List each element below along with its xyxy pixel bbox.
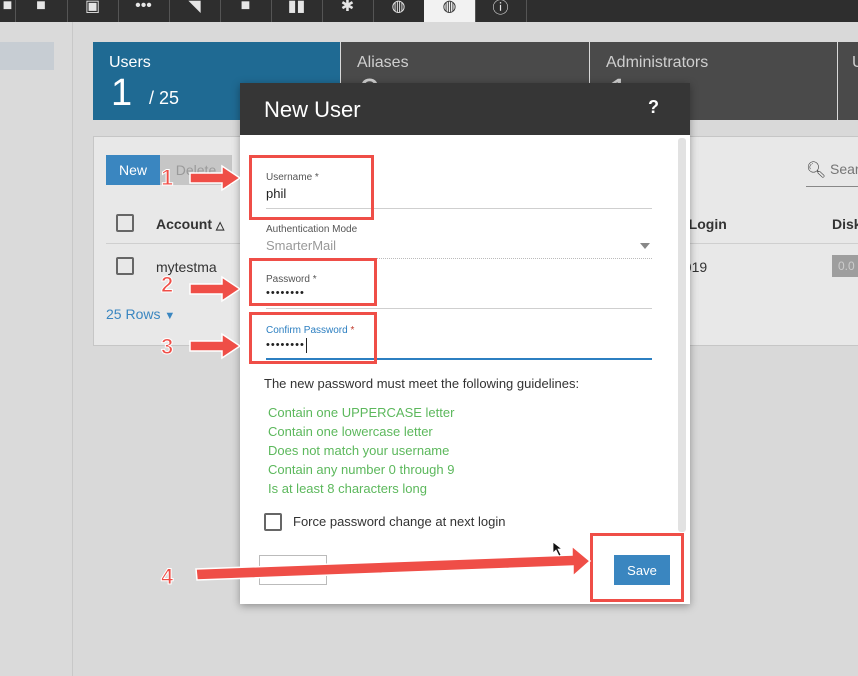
select-all-checkbox[interactable]: [116, 214, 134, 232]
guideline-item: Contain one UPPERCASE letter: [268, 405, 455, 420]
guidelines-heading: The new password must meet the following…: [264, 376, 580, 391]
gear-icon[interactable]: ✱: [322, 0, 374, 22]
rows-per-page-dropdown[interactable]: 25 Rows ▼: [106, 306, 175, 322]
contacts-icon[interactable]: ▣: [67, 0, 119, 22]
annotation-step-1: 1: [160, 165, 174, 191]
force-password-change-label[interactable]: Force password change at next login: [293, 514, 505, 529]
annotation-box-password: [249, 258, 377, 306]
chevron-down-icon: [640, 243, 650, 249]
cancel-button[interactable]: Cancel: [259, 555, 327, 585]
new-user-button[interactable]: New: [106, 155, 160, 185]
search-input[interactable]: [830, 158, 858, 180]
sort-asc-icon: △: [215, 220, 225, 232]
globe-icon[interactable]: ◍: [373, 0, 425, 22]
users-limit: / 25: [149, 88, 180, 108]
users-card-title: Users: [109, 54, 151, 71]
users-count: 1: [111, 72, 133, 114]
nav-icon-1[interactable]: ■: [0, 0, 16, 22]
guideline-item: Contain one lowercase letter: [268, 424, 433, 439]
fourth-card[interactable]: U: [838, 42, 858, 120]
auth-mode-select[interactable]: SmarterMail: [266, 238, 566, 253]
disk-usage-badge: 0.0: [832, 255, 858, 277]
column-disk[interactable]: Disk: [832, 216, 858, 232]
column-account[interactable]: Account △: [156, 216, 224, 232]
dialog-title: New User: [264, 97, 361, 122]
help-icon[interactable]: ?: [648, 97, 659, 118]
administrators-card-title: Administrators: [606, 54, 709, 71]
chart-icon[interactable]: ▮▮: [271, 0, 323, 22]
auth-mode-label: Authentication Mode: [266, 224, 358, 235]
guideline-item: Does not match your username: [268, 443, 450, 458]
dialog-header: New User ?: [240, 83, 690, 135]
left-sidebar: [0, 22, 73, 676]
top-toolbar: ■ ■ ▣ ••• ◥ ■ ▮▮ ✱ ◍ ◍ ⓘ: [0, 0, 858, 22]
force-password-change-checkbox[interactable]: [264, 513, 282, 531]
fourth-card-title: U: [852, 54, 858, 71]
sidebar-selected-item[interactable]: [0, 42, 54, 70]
chevron-down-icon: ▼: [164, 310, 176, 322]
annotation-step-4: 4: [160, 564, 174, 590]
annotation-step-3: 3: [160, 334, 174, 360]
globe-users-icon[interactable]: ◍: [424, 0, 476, 22]
password-underline: [266, 308, 652, 309]
annotation-box-save: [590, 533, 684, 602]
dots-icon[interactable]: •••: [118, 0, 170, 22]
mail-icon[interactable]: ■: [15, 0, 68, 22]
guideline-item: Contain any number 0 through 9: [268, 462, 455, 477]
rss-icon[interactable]: ◥: [169, 0, 221, 22]
search-underline: [806, 186, 858, 187]
annotation-box-username: [249, 155, 374, 220]
guideline-item: Is at least 8 characters long: [268, 481, 427, 496]
aliases-card-title: Aliases: [357, 54, 409, 71]
annotation-step-2: 2: [160, 272, 174, 298]
dialog-scrollbar[interactable]: [678, 138, 686, 532]
info-icon[interactable]: ⓘ: [475, 0, 527, 22]
row-checkbox[interactable]: [116, 257, 134, 275]
camera-icon[interactable]: ■: [220, 0, 272, 22]
annotation-box-confirm: [249, 312, 377, 364]
search-icon[interactable]: 🔍︎: [806, 160, 826, 180]
